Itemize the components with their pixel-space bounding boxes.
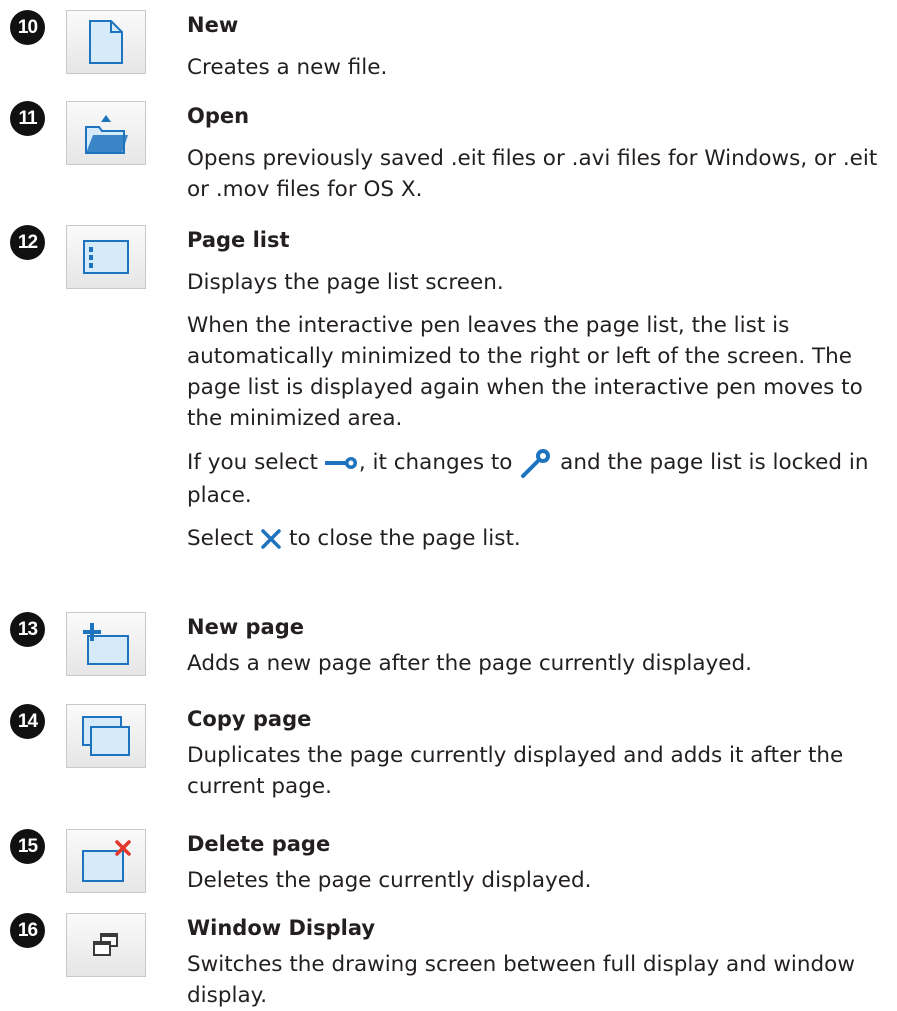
copy-page-button[interactable] — [66, 704, 146, 768]
item-title: Window Display — [187, 916, 376, 940]
new-page-icon — [83, 623, 129, 665]
item-title: New page — [187, 615, 305, 639]
new-button[interactable] — [66, 10, 146, 74]
item-title: New — [187, 13, 239, 37]
item-description-lock: If you select , it changes to and the pa… — [187, 446, 887, 511]
window-display-button[interactable] — [66, 913, 146, 977]
item-title: Delete page — [187, 832, 331, 856]
text-fragment: to close the page list. — [289, 526, 521, 551]
item-description-close: Select to close the page list. — [187, 523, 887, 554]
item-description: Adds a new page after the page currently… — [187, 651, 752, 676]
open-folder-icon — [85, 115, 128, 154]
text-fragment: , it changes to — [358, 450, 513, 475]
open-button[interactable] — [66, 101, 146, 165]
page-list-button[interactable] — [66, 225, 146, 289]
callout-number: 10 — [10, 10, 45, 45]
item-description: Switches the drawing screen between full… — [187, 952, 855, 1008]
new-file-icon — [89, 20, 123, 64]
item-title: Copy page — [187, 707, 312, 731]
callout-number: 14 — [10, 704, 45, 739]
callout-number: 11 — [10, 101, 45, 136]
callout-number: 12 — [10, 225, 45, 260]
unlocked-pin-icon[interactable] — [324, 455, 359, 471]
text-fragment: If you select — [187, 450, 318, 475]
callout-number: 15 — [10, 829, 45, 864]
item-title: Open — [187, 104, 250, 128]
delete-page-button[interactable] — [66, 829, 146, 893]
new-page-button[interactable] — [66, 612, 146, 676]
item-description-detail: When the interactive pen leaves the page… — [187, 313, 863, 431]
window-display-icon — [93, 933, 118, 956]
copy-page-icon — [82, 716, 130, 756]
item-description: Deletes the page currently displayed. — [187, 868, 592, 893]
item-description: Duplicates the page currently displayed … — [187, 743, 844, 799]
text-fragment: Select — [187, 526, 254, 551]
close-icon[interactable] — [260, 528, 282, 550]
delete-page-icon — [82, 840, 131, 882]
item-title: Page list — [187, 228, 290, 252]
callout-number: 16 — [10, 913, 45, 948]
locked-pin-icon[interactable] — [519, 446, 553, 480]
item-description: Creates a new file. — [187, 55, 388, 80]
item-description: Displays the page list screen. — [187, 270, 504, 295]
callout-number: 13 — [10, 612, 45, 647]
item-description: Opens previously saved .eit files or .av… — [187, 146, 878, 202]
page-list-icon — [83, 240, 129, 274]
